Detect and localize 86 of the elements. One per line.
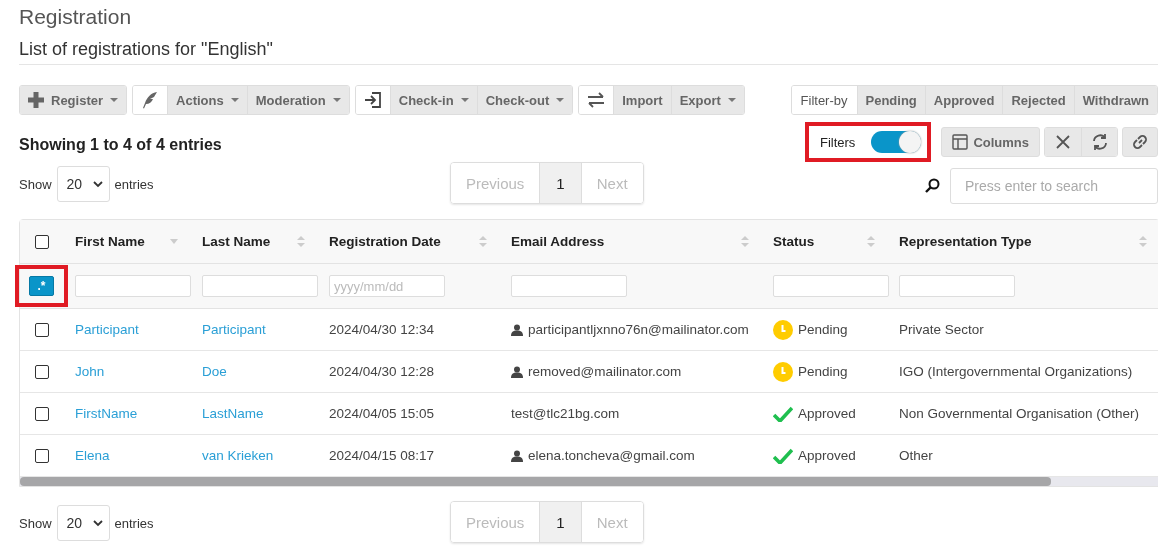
last-name-link[interactable]: van Krieken xyxy=(202,448,274,463)
page-title: Registration xyxy=(19,4,133,30)
user-icon xyxy=(511,449,523,462)
filter-option-button[interactable]: Approved xyxy=(924,86,1003,114)
show-label: Show xyxy=(19,515,52,531)
filters-label: Filters xyxy=(820,134,856,150)
toolbar-button[interactable]: Actions xyxy=(167,86,247,114)
chevron-down-icon xyxy=(92,519,103,527)
column-header[interactable]: First Name xyxy=(75,234,145,249)
last-name-link[interactable]: Participant xyxy=(202,322,266,337)
last-name-link[interactable]: Doe xyxy=(202,364,227,379)
toolbar-button[interactable]: Import xyxy=(613,86,671,114)
user-icon xyxy=(511,323,523,336)
sign-in-icon xyxy=(363,91,382,109)
clear-icon-button[interactable] xyxy=(1045,128,1081,156)
column-filter-field[interactable] xyxy=(511,275,627,297)
feather-icon xyxy=(142,91,159,109)
select-all-checkbox[interactable] xyxy=(34,234,49,249)
page-size-select[interactable]: 20 xyxy=(56,505,110,541)
representation-cell: Non Governmental Organisation (Other) xyxy=(899,406,1140,421)
status-label: Approved xyxy=(798,448,856,463)
refresh-icon-button[interactable] xyxy=(1081,128,1117,156)
email-cell: removed@mailinator.com xyxy=(528,364,682,379)
column-header[interactable]: Registration Date xyxy=(329,234,441,249)
page-subtitle: List of registrations for "English" xyxy=(19,38,274,60)
columns-button[interactable]: Columns xyxy=(941,127,1040,157)
email-cell: elena.toncheva@gmail.com xyxy=(528,448,695,463)
filter-option-button[interactable]: Rejected xyxy=(1002,86,1074,114)
regex-toggle-button[interactable]: .* xyxy=(29,276,54,296)
row-checkbox[interactable] xyxy=(34,406,49,421)
toolbar-button[interactable]: Export xyxy=(670,86,744,114)
last-name-link[interactable]: LastName xyxy=(202,406,264,421)
status-label: Approved xyxy=(798,406,856,421)
toolbar-button[interactable]: Register xyxy=(20,86,127,114)
search-field[interactable]: Press enter to search xyxy=(950,168,1158,204)
email-cell: participantljxnno76n@mailinator.com xyxy=(528,322,749,337)
first-name-link[interactable]: FirstName xyxy=(75,406,138,421)
column-filter-field[interactable] xyxy=(899,275,1015,297)
swap-arrows-icon xyxy=(587,92,606,108)
representation-cell: Other xyxy=(899,448,933,463)
date-cell: 2024/04/30 12:34 xyxy=(329,322,435,337)
link-icon xyxy=(1131,133,1149,151)
representation-cell: Private Sector xyxy=(899,322,984,337)
column-filter-field[interactable] xyxy=(773,275,889,297)
refresh-icon xyxy=(1090,133,1109,151)
first-name-link[interactable]: Elena xyxy=(75,448,110,463)
column-filter-field[interactable] xyxy=(202,275,318,297)
column-header[interactable]: Last Name xyxy=(202,234,271,249)
row-checkbox[interactable] xyxy=(34,322,49,337)
status-label: Pending xyxy=(798,322,848,337)
column-header[interactable]: Email Address xyxy=(511,234,605,249)
page-size-select[interactable]: 20 xyxy=(56,166,110,202)
filters-toggle[interactable] xyxy=(871,131,922,153)
filter-option-button[interactable]: Pending xyxy=(856,86,925,114)
toolbar-button[interactable]: Check-out xyxy=(476,86,573,114)
representation-cell: IGO (Intergovernmental Organizations) xyxy=(899,364,1133,379)
row-checkbox[interactable] xyxy=(34,448,49,463)
toolbar-button[interactable]: Moderation xyxy=(246,86,349,114)
column-filter-field[interactable] xyxy=(75,275,191,297)
status-label: Pending xyxy=(798,364,848,379)
column-filter-field[interactable]: yyyy/mm/dd xyxy=(329,275,445,297)
search-icon xyxy=(924,178,940,194)
first-name-link[interactable]: John xyxy=(75,364,105,379)
columns-icon xyxy=(952,134,969,150)
link-icon-button[interactable] xyxy=(1122,127,1158,157)
entries-label: entries xyxy=(114,176,154,192)
show-label: Show xyxy=(19,176,52,192)
first-name-link[interactable]: Participant xyxy=(75,322,139,337)
entries-summary: Showing 1 to 4 of 4 entries xyxy=(19,136,222,154)
column-header[interactable]: Representation Type xyxy=(899,234,1032,249)
date-cell: 2024/04/30 12:28 xyxy=(329,364,435,379)
date-cell: 2024/04/15 08:17 xyxy=(329,448,435,463)
toolbar-button[interactable]: Check-in xyxy=(389,86,477,114)
user-icon xyxy=(511,365,523,378)
entries-label: entries xyxy=(114,515,154,531)
plus-icon xyxy=(28,92,44,108)
email-cell: test@tlc21bg.com xyxy=(511,406,620,421)
page-button[interactable]: 1 xyxy=(539,163,581,203)
scrollbar-thumb[interactable] xyxy=(20,477,1051,486)
close-icon xyxy=(1056,135,1070,149)
column-header[interactable]: Status xyxy=(773,234,815,249)
date-cell: 2024/04/05 15:05 xyxy=(329,406,435,421)
chevron-down-icon xyxy=(92,180,103,188)
filter-option-button[interactable]: Withdrawn xyxy=(1073,86,1157,114)
row-checkbox[interactable] xyxy=(34,364,49,379)
page-button[interactable]: 1 xyxy=(539,502,581,542)
